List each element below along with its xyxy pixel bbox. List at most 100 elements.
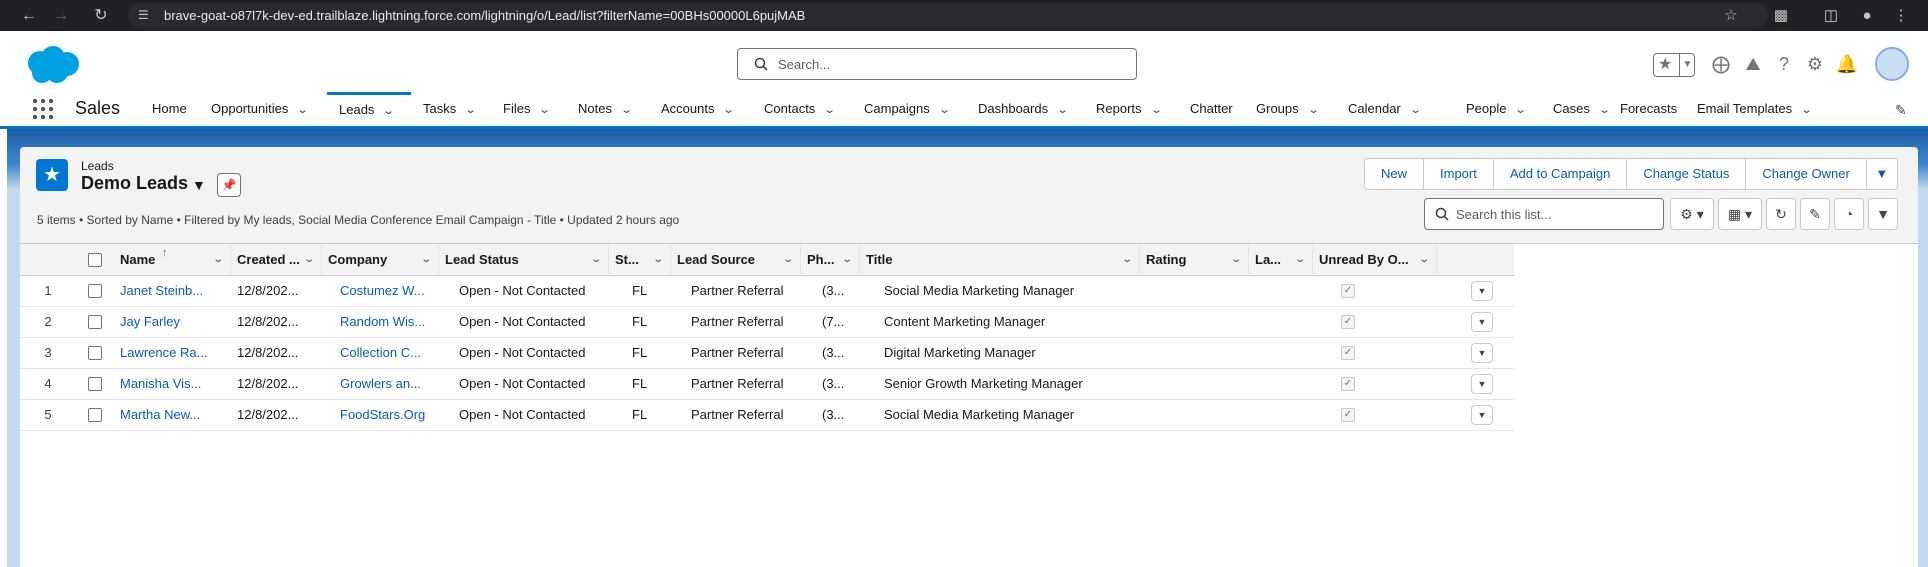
import-button[interactable]: Import xyxy=(1424,159,1494,189)
column-header-phone[interactable]: Ph... ⌄ xyxy=(801,244,860,276)
user-avatar[interactable] xyxy=(1875,47,1909,81)
lead-name-link[interactable]: Lawrence Ra... xyxy=(120,338,228,368)
row-checkbox[interactable] xyxy=(88,408,102,422)
chevron-down-icon[interactable]: ⌄ xyxy=(1409,93,1422,127)
chevron-down-icon[interactable]: ⌄ xyxy=(723,93,736,127)
company-link[interactable]: FoodStars.Org xyxy=(340,400,435,430)
table-row[interactable]: 5 Martha New... 12/8/202... FoodStars.Or… xyxy=(20,400,1514,431)
lead-name-link[interactable]: Janet Steinb... xyxy=(120,276,228,306)
nav-item-contacts[interactable]: Contacts ⌄ xyxy=(764,92,836,126)
trailhead-icon[interactable]: ⛰ xyxy=(1741,52,1765,76)
display-as-table-icon[interactable]: ▦ ▾ xyxy=(1718,198,1762,230)
chevron-down-icon[interactable]: ⌄ xyxy=(1418,244,1430,276)
nav-item-files[interactable]: Files ⌄ xyxy=(503,92,552,127)
chevron-down-icon[interactable]: ⌄ xyxy=(420,244,432,276)
reload-icon[interactable]: ↻ xyxy=(90,5,112,27)
select-all-checkbox[interactable] xyxy=(88,253,102,267)
nav-item-groups[interactable]: Groups ⌄ xyxy=(1256,92,1320,127)
row-checkbox[interactable] xyxy=(88,346,102,360)
back-icon[interactable]: ← xyxy=(18,5,40,27)
chevron-down-icon[interactable]: ⌄ xyxy=(938,93,951,127)
chevron-down-icon[interactable]: ⌄ xyxy=(303,244,315,276)
company-link[interactable]: Collection C... xyxy=(340,338,435,368)
chevron-down-icon[interactable]: ⌄ xyxy=(1294,244,1306,276)
favorites-button-group[interactable]: ★ ▼ xyxy=(1653,53,1695,77)
chevron-down-icon[interactable]: ⌄ xyxy=(464,93,477,127)
table-row[interactable]: 4 Manisha Vis... 12/8/202... Growlers an… xyxy=(20,369,1514,400)
row-actions-icon[interactable]: ▼ xyxy=(1471,343,1493,363)
row-actions-icon[interactable]: ▼ xyxy=(1471,374,1493,394)
setup-gear-icon[interactable]: ⚙ xyxy=(1803,52,1827,76)
address-url[interactable]: brave-goat-o87l7k-dev-ed.trailblaze.ligh… xyxy=(164,8,805,23)
chevron-down-icon[interactable]: ⌄ xyxy=(1230,244,1242,276)
nav-item-chatter[interactable]: Chatter xyxy=(1190,92,1233,126)
column-header-created[interactable]: Created ... ⌄ xyxy=(231,244,322,276)
nav-item-campaigns[interactable]: Campaigns ⌄ xyxy=(864,92,951,127)
column-header-title[interactable]: Title ⌄ xyxy=(860,244,1140,276)
lead-name-link[interactable]: Jay Farley xyxy=(120,307,228,337)
change-owner-button[interactable]: Change Owner xyxy=(1746,159,1867,189)
company-link[interactable]: Random Wis... xyxy=(340,307,435,337)
nav-item-email-templates[interactable]: Email Templates ⌄ xyxy=(1697,92,1813,127)
nav-item-calendar[interactable]: Calendar ⌄ xyxy=(1348,92,1422,127)
chevron-down-icon[interactable]: ⌄ xyxy=(652,244,664,276)
favorites-list-icon[interactable]: ▼ xyxy=(1679,54,1695,76)
site-info-icon[interactable]: ☰ xyxy=(138,8,152,22)
column-header-last-activity[interactable]: La... ⌄ xyxy=(1249,244,1313,276)
favorites-star-icon[interactable]: ★ xyxy=(1658,55,1672,75)
pin-list-view-icon[interactable]: 📌 xyxy=(217,173,241,197)
lead-name-link[interactable]: Manisha Vis... xyxy=(120,369,228,399)
extensions-icon[interactable]: ▩ xyxy=(1770,5,1792,27)
salesforce-logo[interactable] xyxy=(22,44,82,86)
chevron-down-icon[interactable]: ⌄ xyxy=(1150,93,1163,127)
add-to-campaign-button[interactable]: Add to Campaign xyxy=(1493,159,1628,189)
edit-nav-icon[interactable]: ✎ xyxy=(1895,102,1907,119)
profile-icon[interactable]: ● xyxy=(1856,5,1878,27)
chevron-down-icon[interactable]: ⌄ xyxy=(1800,93,1813,127)
column-header-lead-source[interactable]: Lead Source ⌄ xyxy=(671,244,801,276)
chevron-down-icon[interactable]: ⌄ xyxy=(296,93,309,127)
more-actions-icon[interactable]: ▼ xyxy=(1866,159,1897,189)
nav-item-forecasts[interactable]: Forecasts xyxy=(1620,92,1677,126)
chevron-down-icon[interactable]: ⌄ xyxy=(539,93,552,127)
column-header-rating[interactable]: Rating ⌄ xyxy=(1140,244,1249,276)
nav-item-cases[interactable]: Cases ⌄ xyxy=(1553,92,1611,127)
chevron-down-icon[interactable]: ⌄ xyxy=(841,244,853,276)
column-header-lead-status[interactable]: Lead Status ⌄ xyxy=(439,244,609,276)
company-link[interactable]: Growlers an... xyxy=(340,369,435,399)
row-actions-icon[interactable]: ▼ xyxy=(1471,405,1493,425)
address-bar[interactable]: ☰ brave-goat-o87l7k-dev-ed.trailblaze.li… xyxy=(128,3,1768,28)
charts-icon[interactable]: ◔ xyxy=(1834,198,1864,230)
table-row[interactable]: 3 Lawrence Ra... 12/8/202... Collection … xyxy=(20,338,1514,369)
chevron-down-icon[interactable]: ⌄ xyxy=(383,96,396,126)
row-checkbox[interactable] xyxy=(88,284,102,298)
edit-list-icon[interactable]: ✎ xyxy=(1800,198,1830,230)
row-checkbox[interactable] xyxy=(88,315,102,329)
nav-item-tasks[interactable]: Tasks ⌄ xyxy=(423,92,477,127)
row-checkbox[interactable] xyxy=(88,377,102,391)
global-search-input[interactable]: Search... xyxy=(737,48,1137,80)
nav-item-opportunities[interactable]: Opportunities ⌄ xyxy=(211,92,309,127)
filter-icon[interactable]: ▼ xyxy=(1868,198,1898,230)
list-search-input[interactable]: Search this list... xyxy=(1424,198,1664,230)
chevron-down-icon[interactable]: ⌄ xyxy=(1598,93,1611,127)
browser-menu-icon[interactable]: ⋮ xyxy=(1890,5,1912,27)
chevron-down-icon[interactable]: ⌄ xyxy=(1307,93,1320,127)
help-icon[interactable]: ? xyxy=(1772,52,1796,76)
column-header-unread-by-owner[interactable]: Unread By O... ⌄ xyxy=(1313,244,1437,276)
list-settings-gear-icon[interactable]: ⚙ ▾ xyxy=(1670,198,1714,230)
nav-item-notes[interactable]: Notes ⌄ xyxy=(578,92,633,127)
chevron-down-icon[interactable]: ⌄ xyxy=(1515,93,1528,127)
global-actions-icon[interactable]: ⨁ xyxy=(1709,52,1733,76)
nav-item-home[interactable]: Home xyxy=(152,92,187,126)
chevron-down-icon[interactable]: ⌄ xyxy=(620,93,633,127)
column-header-state[interactable]: St... ⌄ xyxy=(609,244,671,276)
company-link[interactable]: Costumez W... xyxy=(340,276,435,306)
table-row[interactable]: 2 Jay Farley 12/8/202... Random Wis... O… xyxy=(20,307,1514,338)
chevron-down-icon[interactable]: ⌄ xyxy=(1056,93,1069,127)
nav-item-dashboards[interactable]: Dashboards ⌄ xyxy=(978,92,1069,127)
nav-item-accounts[interactable]: Accounts ⌄ xyxy=(661,92,736,127)
new-button[interactable]: New xyxy=(1365,159,1425,189)
column-header-company[interactable]: Company ⌄ xyxy=(322,244,439,276)
row-actions-icon[interactable]: ▼ xyxy=(1471,312,1493,332)
